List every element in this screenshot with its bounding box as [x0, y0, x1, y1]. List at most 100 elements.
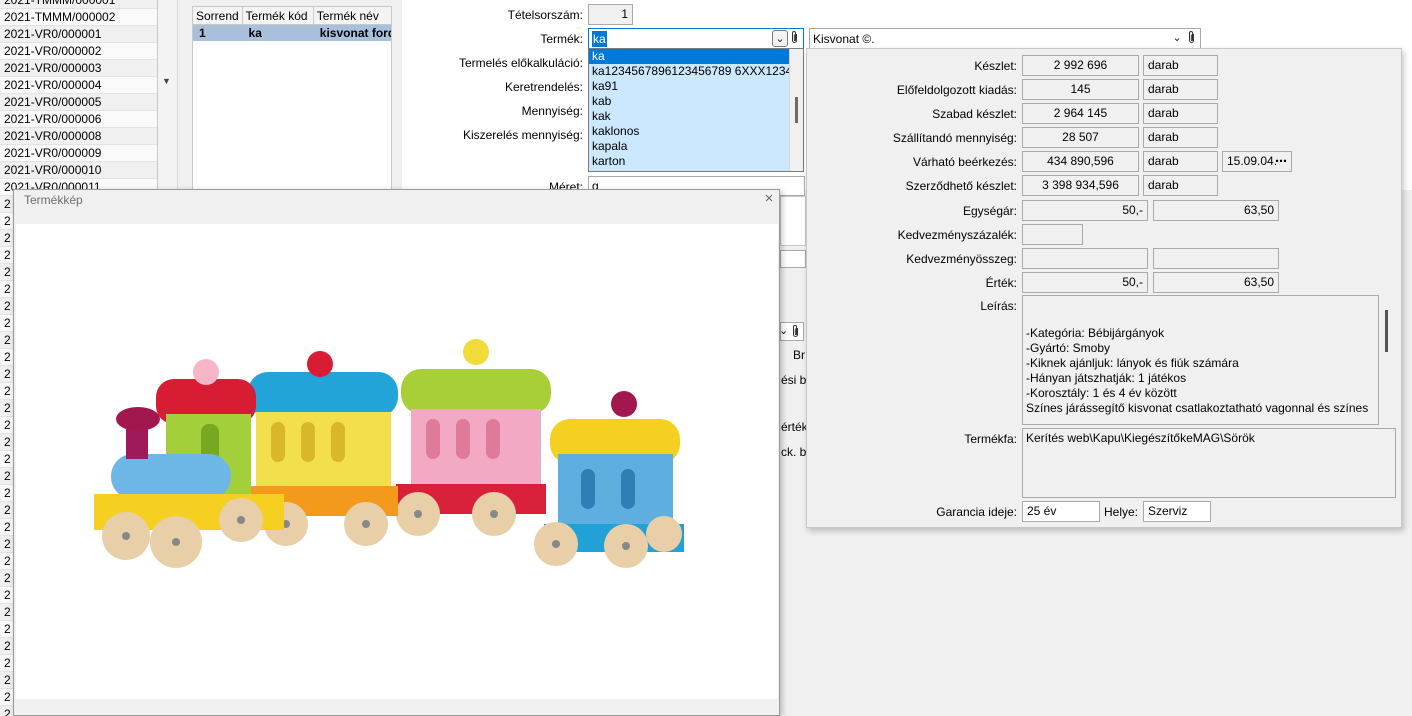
ertek-net-field[interactable]: 50,-: [1022, 272, 1148, 293]
document-list-item[interactable]: 2021-VR0/000008: [0, 128, 157, 145]
table-row[interactable]: 1 ka kisvonat ford: [193, 25, 391, 41]
kedvezmenyosszeg-net-field[interactable]: [1022, 248, 1148, 269]
document-list-item[interactable]: 2021-VR0/000004: [0, 77, 157, 94]
document-list-item[interactable]: 2021-VR0/000010: [0, 162, 157, 179]
stock-row-label: Szállítandó mennyiség:: [892, 131, 1017, 145]
stock-row-value[interactable]: 28 507: [1022, 127, 1139, 148]
hidden-label-ertek: érték: [781, 420, 808, 434]
garancia-field[interactable]: 25 év: [1022, 501, 1100, 522]
dropdown-scrollbar[interactable]: [789, 49, 803, 171]
document-list-item[interactable]: 2021-VR0/000001: [0, 26, 157, 43]
label-garancia-ideje: Garancia ideje:: [936, 505, 1017, 519]
leiras-scrollbar-thumb[interactable]: [1385, 310, 1388, 352]
varhato-date-field[interactable]: 15.09.04. ⋯: [1222, 151, 1292, 172]
leiras-line: -Kiknek ajánljuk: lányok és fiúk számára: [1026, 356, 1239, 370]
label-mennyiseg: Mennyiség:: [521, 104, 583, 118]
label-termek: Termék:: [540, 32, 583, 46]
dropdown-item[interactable]: kak: [589, 109, 789, 124]
termek-name-value[interactable]: Kisvonat ©.: [813, 31, 875, 47]
paperclip-icon[interactable]: [1187, 30, 1196, 49]
document-list-item[interactable]: 2021-TMMM/000001: [0, 0, 157, 9]
varhato-date-value: 15.09.04.: [1227, 154, 1278, 168]
dropdown-item[interactable]: ka: [589, 49, 789, 64]
splitter-collapse-icon[interactable]: ▼: [162, 76, 171, 86]
leiras-line: -Kategória: Bébijárgányok: [1026, 326, 1165, 340]
paperclip-icon[interactable]: [791, 324, 800, 341]
hidden-label-br: Br: [793, 348, 805, 362]
leiras-textarea[interactable]: -Kategória: Bébijárgányok -Gyártó: Smoby -…: [1022, 295, 1379, 425]
date-picker-icon[interactable]: ⋯: [1275, 152, 1287, 171]
leiras-line: -Gyártó: Smoby: [1026, 341, 1111, 355]
splitter-gutter[interactable]: [158, 0, 178, 190]
col-header-sorrend[interactable]: Sorrend: [193, 7, 243, 24]
col-header-termek-nev[interactable]: Termék név: [314, 7, 391, 24]
label-kedvezmenyszazalek: Kedvezményszázalék:: [897, 228, 1017, 242]
stock-row-label: Készlet:: [974, 59, 1017, 73]
helye-field[interactable]: Szerviz: [1143, 501, 1211, 522]
product-image: [16, 224, 778, 699]
label-leiras: Leírás:: [980, 299, 1017, 313]
tetelsorszam-field[interactable]: 1: [588, 4, 633, 25]
hidden-field: [780, 196, 806, 246]
close-icon[interactable]: ×: [761, 191, 777, 207]
egysegar-net-field[interactable]: 50,-: [1022, 200, 1148, 221]
stock-row-unit: darab: [1143, 151, 1218, 172]
label-ertek: Érték:: [985, 276, 1017, 290]
stock-row-unit: darab: [1143, 55, 1218, 76]
egysegar-gross-field[interactable]: 63,50: [1153, 200, 1279, 221]
label-kedvezmenyosszeg: Kedvezményösszeg:: [906, 252, 1017, 266]
label-keretrendeles: Keretrendelés:: [504, 80, 583, 94]
label-kiszereles-mennyiseg: Kiszerelés mennyiség:: [462, 128, 583, 142]
dropdown-item[interactable]: kaklonos: [589, 124, 789, 139]
document-list-item[interactable]: 2021-VR0/000005: [0, 94, 157, 111]
hidden-combo[interactable]: ⌄: [779, 322, 804, 341]
document-list-item[interactable]: 2021-VR0/000006: [0, 111, 157, 128]
dropdown-item[interactable]: kapala: [589, 139, 789, 154]
train-wagon-2: [396, 339, 551, 536]
stock-row-unit: darab: [1143, 79, 1218, 100]
termekfa-field[interactable]: Kerítés web\Kapu\KiegészítőkeMAG\Sörök: [1022, 428, 1396, 498]
document-list-item[interactable]: 2021-VR0/000002: [0, 43, 157, 60]
termek-dropdown-list[interactable]: ka ka1234567896123456789 6XXX12345 ka91 kab…: [588, 48, 804, 172]
leiras-line: -Hányan játszhatják: 1 játékos: [1026, 371, 1187, 385]
col-header-termek-kod[interactable]: Termék kód: [243, 7, 314, 24]
ertek-gross-field[interactable]: 63,50: [1153, 272, 1279, 293]
label-termeles-elokalkulacio: Termelés előkalkuláció:: [458, 56, 583, 70]
stock-row-value[interactable]: 2 964 145: [1022, 103, 1139, 124]
train-wagon-3: [534, 391, 684, 568]
kedvezmenyosszeg-gross-field[interactable]: [1153, 248, 1279, 269]
window-title: Termékkép: [24, 193, 83, 207]
paperclip-icon[interactable]: [790, 30, 799, 49]
dropdown-item[interactable]: kab: [589, 94, 789, 109]
document-list-item[interactable]: 2021-VR0/000003: [0, 60, 157, 77]
window-titlebar[interactable]: Termékkép ×: [14, 190, 779, 210]
cell-termek-kod: ka: [248, 26, 262, 40]
leiras-line: -Korosztály: 1 és 4 év között: [1026, 386, 1177, 400]
dropdown-item[interactable]: ka91: [589, 79, 789, 94]
leiras-line: Színes járássegítő kisvonat csatlakoztat…: [1026, 401, 1369, 415]
chevron-down-icon[interactable]: ⌄: [779, 324, 788, 337]
termek-code-combo[interactable]: ka ⌄: [588, 28, 804, 49]
dropdown-scrollbar-thumb[interactable]: [795, 97, 798, 123]
stock-row-label: Szabad készlet:: [932, 107, 1017, 121]
document-list-item[interactable]: 2021-VR0/000009: [0, 145, 157, 162]
dropdown-item[interactable]: ka1234567896123456789 6XXX12345: [589, 64, 789, 79]
label-tetelsorszam: Tételsorszám:: [507, 8, 583, 22]
label-egysegar: Egységár:: [962, 204, 1017, 218]
stock-row-value[interactable]: 3 398 934,596: [1022, 175, 1139, 196]
stock-row-value[interactable]: 2 992 696: [1022, 55, 1139, 76]
product-image-window[interactable]: Termékkép ×: [13, 189, 780, 716]
stock-row-value[interactable]: 145: [1022, 79, 1139, 100]
chevron-down-icon[interactable]: ⌄: [772, 30, 788, 47]
label-helye: Helye:: [1103, 505, 1138, 519]
termek-code-value[interactable]: ka: [592, 31, 607, 47]
stock-row-label: Előfeldolgozott kiadás:: [896, 83, 1017, 97]
document-list-item[interactable]: 2021-TMMM/000002: [0, 9, 157, 26]
dropdown-item[interactable]: karton: [589, 154, 789, 169]
hidden-input[interactable]: [780, 250, 806, 268]
stock-row-value[interactable]: 434 890,596: [1022, 151, 1139, 172]
termek-name-combo[interactable]: Kisvonat ©. ⌄: [809, 28, 1201, 49]
chevron-down-icon[interactable]: ⌄: [1169, 30, 1185, 47]
kedvezmenyszazalek-field[interactable]: [1022, 224, 1083, 245]
cell-termek-nev: kisvonat ford: [319, 26, 391, 40]
